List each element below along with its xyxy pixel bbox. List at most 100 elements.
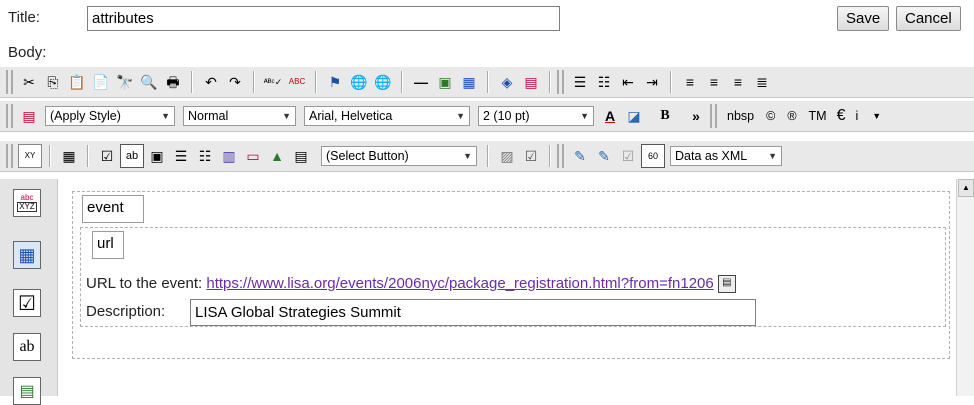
data-icon[interactable]: 60	[641, 144, 665, 168]
url-row: URL to the event: https://www.lisa.org/e…	[86, 275, 736, 293]
highlight-color-icon[interactable]: ◪	[623, 105, 645, 127]
remove-link-icon[interactable]: 🌐	[372, 71, 394, 93]
file-attachment-icon[interactable]: ▤	[290, 145, 312, 167]
chevron-down-icon: ▼	[282, 111, 291, 121]
numbered-list-icon[interactable]: ☰	[569, 71, 591, 93]
registered-button[interactable]: ®	[787, 109, 796, 123]
anchor-icon[interactable]: ⚑	[324, 71, 346, 93]
properties-icon[interactable]: ▨	[496, 145, 518, 167]
toolbar-grip[interactable]	[6, 70, 13, 94]
font-select-value: Arial, Helvetica	[309, 109, 393, 123]
more-options-icon[interactable]: »	[685, 105, 707, 127]
checkbox-control-icon[interactable]: ☑	[13, 289, 41, 317]
repeating-table-icon[interactable]: ▦	[13, 241, 41, 269]
toolbar-row-2: ▤ (Apply Style) ▼ Normal ▼ Arial, Helvetic…	[0, 100, 974, 132]
format-select-value: Normal	[188, 109, 229, 123]
font-color-icon[interactable]: A	[599, 105, 621, 127]
title-label: Title:	[8, 9, 40, 26]
trademark-button[interactable]: TM	[809, 109, 827, 123]
option-list-icon[interactable]: ☷	[194, 145, 216, 167]
bold-button[interactable]: B	[654, 105, 676, 127]
toolbar-grip[interactable]	[557, 144, 564, 168]
event-tag[interactable]: event	[82, 195, 144, 223]
validate-icon[interactable]: ☑	[520, 145, 542, 167]
align-center-icon[interactable]: ≡	[703, 71, 725, 93]
list-box-icon[interactable]: ☰	[170, 145, 192, 167]
find-icon[interactable]: 🔭	[114, 71, 136, 93]
select-button-value: (Select Button)	[326, 149, 409, 163]
insert-form-icon[interactable]: ▤	[520, 71, 542, 93]
insert-table-icon[interactable]: ▦	[458, 71, 480, 93]
toolbar-separator	[549, 145, 551, 167]
align-left-icon[interactable]: ≡	[679, 71, 701, 93]
print-icon[interactable]: 🖶	[162, 71, 184, 93]
chevron-down-icon: ▼	[463, 151, 472, 161]
cancel-button[interactable]: Cancel	[896, 6, 961, 31]
cut-icon[interactable]: ✂	[18, 71, 40, 93]
rich-text-control-icon[interactable]: ▤	[13, 377, 41, 405]
image-control-icon[interactable]: ▲	[266, 145, 288, 167]
insert-link-icon[interactable]: 🌐	[348, 71, 370, 93]
find-next-icon[interactable]: 🔍	[138, 71, 160, 93]
toolbar-grip[interactable]	[710, 104, 717, 128]
title-input[interactable]	[87, 6, 560, 31]
paste-special-icon[interactable]: 📄	[90, 71, 112, 93]
insert-image-icon[interactable]: ▣	[434, 71, 456, 93]
spellcheck-as-you-type-icon[interactable]: ABC	[286, 71, 308, 93]
save-button[interactable]: Save	[837, 6, 890, 31]
edit-form-icon[interactable]: ✎	[569, 145, 591, 167]
url-tag[interactable]: url	[92, 231, 124, 259]
align-right-icon[interactable]: ≡	[727, 71, 749, 93]
justify-icon[interactable]: ≣	[751, 71, 773, 93]
bulleted-list-icon[interactable]: ☷	[593, 71, 615, 93]
text-field-icon[interactable]: ab	[120, 144, 144, 168]
chevron-down-icon: ▼	[456, 111, 465, 121]
table-form-icon[interactable]: ▦	[58, 145, 80, 167]
outdent-icon[interactable]: ⇤	[617, 71, 639, 93]
copy-icon[interactable]: ⎘	[42, 71, 64, 93]
description-input[interactable]	[190, 299, 756, 326]
web-object-icon[interactable]: ◈	[496, 71, 518, 93]
xml-tag-icon[interactable]: XY	[18, 144, 42, 168]
toolbar-separator	[670, 71, 672, 93]
data-format-select[interactable]: Data as XML ▼	[670, 146, 782, 166]
toolbar-separator	[253, 71, 255, 93]
text-area-icon[interactable]: ▣	[146, 145, 168, 167]
copyright-button[interactable]: ©	[766, 109, 775, 123]
style-select-value: (Apply Style)	[50, 109, 121, 123]
paste-icon[interactable]: 📋	[66, 71, 88, 93]
url-link-properties-icon[interactable]: ▤	[717, 275, 736, 293]
toolbar-grip[interactable]	[6, 144, 13, 168]
euro-button[interactable]: €	[837, 107, 846, 125]
font-select[interactable]: Arial, Helvetica ▼	[304, 106, 470, 126]
url-label: URL to the event:	[86, 275, 203, 292]
symbol-i-button[interactable]: i	[856, 109, 859, 123]
checkbox-icon[interactable]: ☑	[96, 145, 118, 167]
validate-data-icon[interactable]: ☑	[617, 145, 639, 167]
toolbar-grip[interactable]	[557, 70, 564, 94]
select-button-dropdown[interactable]: (Select Button) ▼	[321, 146, 477, 166]
format-select[interactable]: Normal ▼	[183, 106, 296, 126]
xml-element-icon[interactable]: abc XYZ	[13, 189, 41, 217]
body-label: Body:	[8, 44, 47, 61]
description-label: Description:	[86, 303, 166, 320]
text-box-control-icon[interactable]: ab	[13, 333, 41, 361]
date-picker-icon[interactable]: ▭	[242, 145, 264, 167]
toolbar-separator	[401, 71, 403, 93]
url-link[interactable]: https://www.lisa.org/events/2006nyc/pack…	[206, 275, 713, 292]
nbsp-button[interactable]: nbsp	[727, 109, 754, 123]
editor-area[interactable]: event url URL to the event: https://www.…	[58, 179, 956, 396]
horizontal-rule-icon[interactable]: —	[410, 71, 432, 93]
redo-icon[interactable]: ↷	[224, 71, 246, 93]
style-select[interactable]: (Apply Style) ▼	[45, 106, 175, 126]
indent-icon[interactable]: ⇥	[641, 71, 663, 93]
calendar-grid-icon[interactable]: ▥	[218, 145, 240, 167]
undo-icon[interactable]: ↶	[200, 71, 222, 93]
edit-data-icon[interactable]: ✎	[593, 145, 615, 167]
scroll-up-icon[interactable]: ▲	[958, 179, 974, 197]
spellcheck-icon[interactable]: ᴬᴮᶜ✓	[262, 71, 284, 93]
toolbar-grip[interactable]	[6, 104, 13, 128]
size-select[interactable]: 2 (10 pt) ▼	[478, 106, 594, 126]
editor-scrollbar[interactable]: ▲	[956, 179, 974, 396]
chevron-down-icon[interactable]: ▼	[872, 111, 881, 121]
